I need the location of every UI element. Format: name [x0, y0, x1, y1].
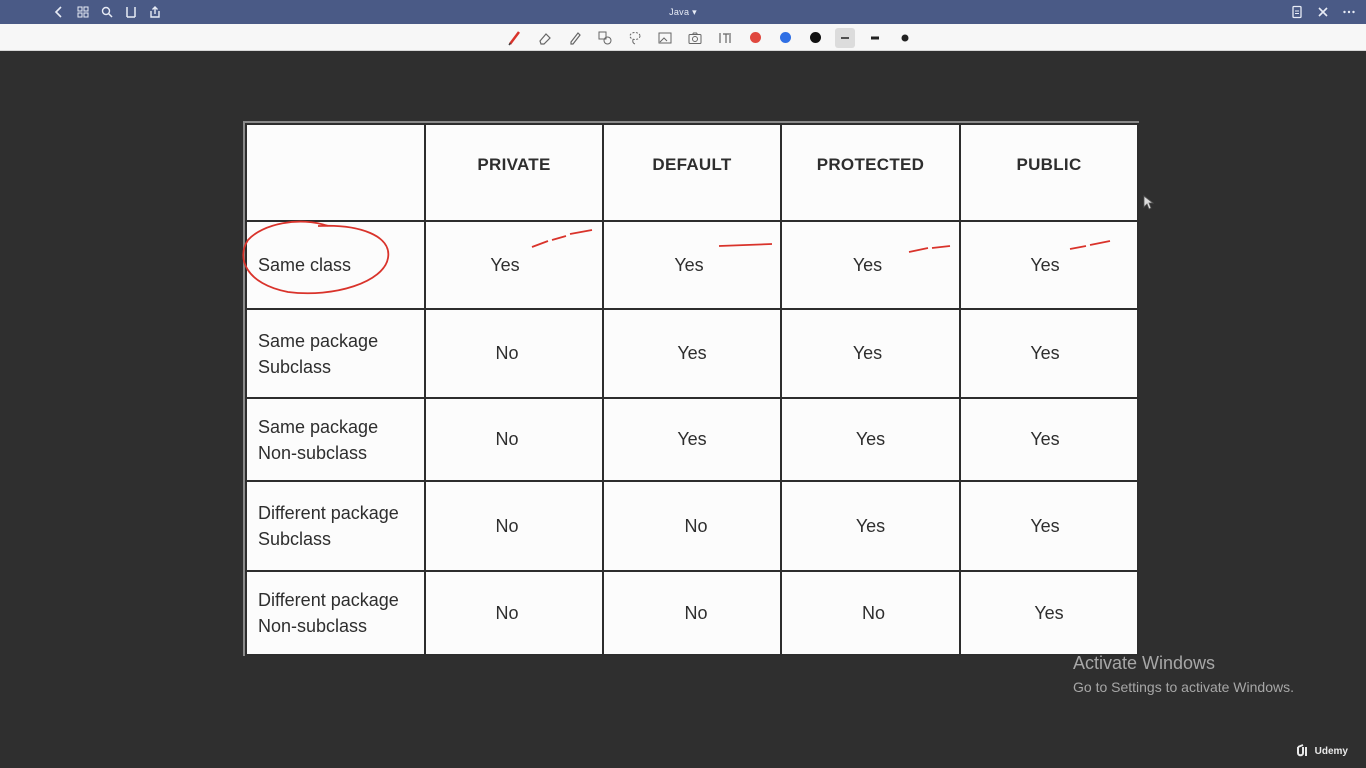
cell-public: Yes	[959, 220, 1139, 310]
row-label: Different package Non-subclass	[245, 570, 426, 656]
header-default: DEFAULT	[602, 123, 782, 222]
cell-public: Yes	[959, 570, 1139, 656]
table-row: Different package Subclass No No Yes Yes	[245, 480, 1139, 572]
stroke-medium-button[interactable]	[865, 28, 885, 48]
cell-public: Yes	[959, 308, 1139, 399]
close-icon[interactable]	[1316, 5, 1330, 19]
row-label: Same class	[245, 220, 426, 310]
color-swatch-blue[interactable]	[775, 28, 795, 48]
lasso-icon[interactable]	[625, 28, 645, 48]
camera-icon[interactable]	[685, 28, 705, 48]
highlighter-icon[interactable]	[565, 28, 585, 48]
page-icon[interactable]	[1290, 5, 1304, 19]
watermark-subtitle: Go to Settings to activate Windows.	[1073, 679, 1294, 695]
pen-icon[interactable]	[505, 28, 525, 48]
row-label-line1: Same package	[258, 416, 379, 437]
table-row: Different package Non-subclass No No No Y…	[245, 570, 1139, 656]
row-label-line2: Subclass	[258, 356, 332, 377]
row-label-line1: Same class	[258, 255, 352, 275]
cell-public: Yes	[959, 397, 1139, 482]
brand-watermark: Udemy	[1295, 744, 1348, 758]
text-icon[interactable]	[715, 28, 735, 48]
udemy-logo-icon	[1296, 744, 1307, 757]
image-icon[interactable]	[655, 28, 675, 48]
row-label-line1: Same package	[258, 330, 379, 351]
row-label: Same package Subclass	[245, 308, 426, 399]
blue-dot-icon	[779, 32, 791, 43]
black-dot-icon	[809, 32, 821, 43]
watermark-title: Activate Windows	[1073, 653, 1216, 673]
cell-protected: Yes	[780, 220, 961, 310]
shapes-icon[interactable]	[595, 28, 615, 48]
drawing-toolbar	[0, 24, 1366, 51]
cell-default: No	[602, 480, 782, 572]
cell-default: Yes	[602, 308, 782, 399]
row-label-line1: Different package	[258, 503, 399, 523]
cell-private: No	[424, 480, 604, 572]
eraser-icon[interactable]	[535, 28, 555, 48]
tool-group	[505, 24, 915, 51]
row-label-line2: Non-subclass	[258, 616, 368, 636]
cell-protected: No	[780, 570, 961, 656]
brand-label: Udemy	[1314, 745, 1348, 757]
color-swatch-black[interactable]	[805, 28, 825, 48]
table-row: Same package Subclass No Yes Yes Yes	[245, 308, 1139, 399]
cell-private: No	[424, 308, 604, 399]
color-swatch-red[interactable]	[745, 28, 765, 48]
header-public: PUBLIC	[959, 123, 1139, 222]
stroke-thick-button[interactable]	[895, 28, 915, 48]
row-label-line1: Different package	[258, 590, 399, 610]
document-title[interactable]: Java ▾	[0, 0, 1366, 24]
activate-windows-watermark: Activate Windows Go to Settings to activ…	[1073, 652, 1294, 697]
header-private: PRIVATE	[424, 123, 604, 222]
cell-default: Yes	[602, 220, 782, 310]
cell-protected: Yes	[780, 308, 961, 399]
table-header-row: PRIVATE DEFAULT PROTECTED PUBLIC	[245, 123, 1139, 222]
row-label: Same package Non-subclass	[245, 397, 426, 482]
cell-private: No	[424, 570, 604, 656]
more-icon[interactable]	[1342, 5, 1356, 19]
stroke-thin-button[interactable]	[835, 27, 855, 48]
cell-default: Yes	[602, 397, 782, 482]
cell-default: No	[602, 570, 782, 656]
row-label: Different package Subclass	[245, 480, 426, 572]
app-titlebar: Java ▾	[0, 0, 1366, 24]
table-row: Same package Non-subclass No Yes Yes Yes	[245, 397, 1139, 482]
cell-protected: Yes	[780, 397, 961, 482]
row-label-line2: Non-subclass	[258, 442, 368, 463]
access-modifier-table-slide: PRIVATE DEFAULT PROTECTED PUBLIC Same cl…	[243, 121, 1139, 656]
header-empty-cell	[245, 123, 426, 222]
cell-protected: Yes	[780, 480, 961, 572]
cell-private: Yes	[424, 220, 604, 310]
header-protected: PROTECTED	[780, 123, 961, 222]
red-dot-icon	[749, 32, 761, 43]
cell-private: No	[424, 397, 604, 482]
cell-public: Yes	[959, 480, 1139, 572]
row-label-line2: Subclass	[258, 529, 332, 549]
table-row: Same class Yes Yes Yes Yes	[245, 220, 1139, 310]
access-modifier-table: PRIVATE DEFAULT PROTECTED PUBLIC Same cl…	[245, 123, 1139, 656]
titlebar-right-actions	[1290, 0, 1356, 24]
mouse-cursor-icon	[1143, 195, 1155, 210]
